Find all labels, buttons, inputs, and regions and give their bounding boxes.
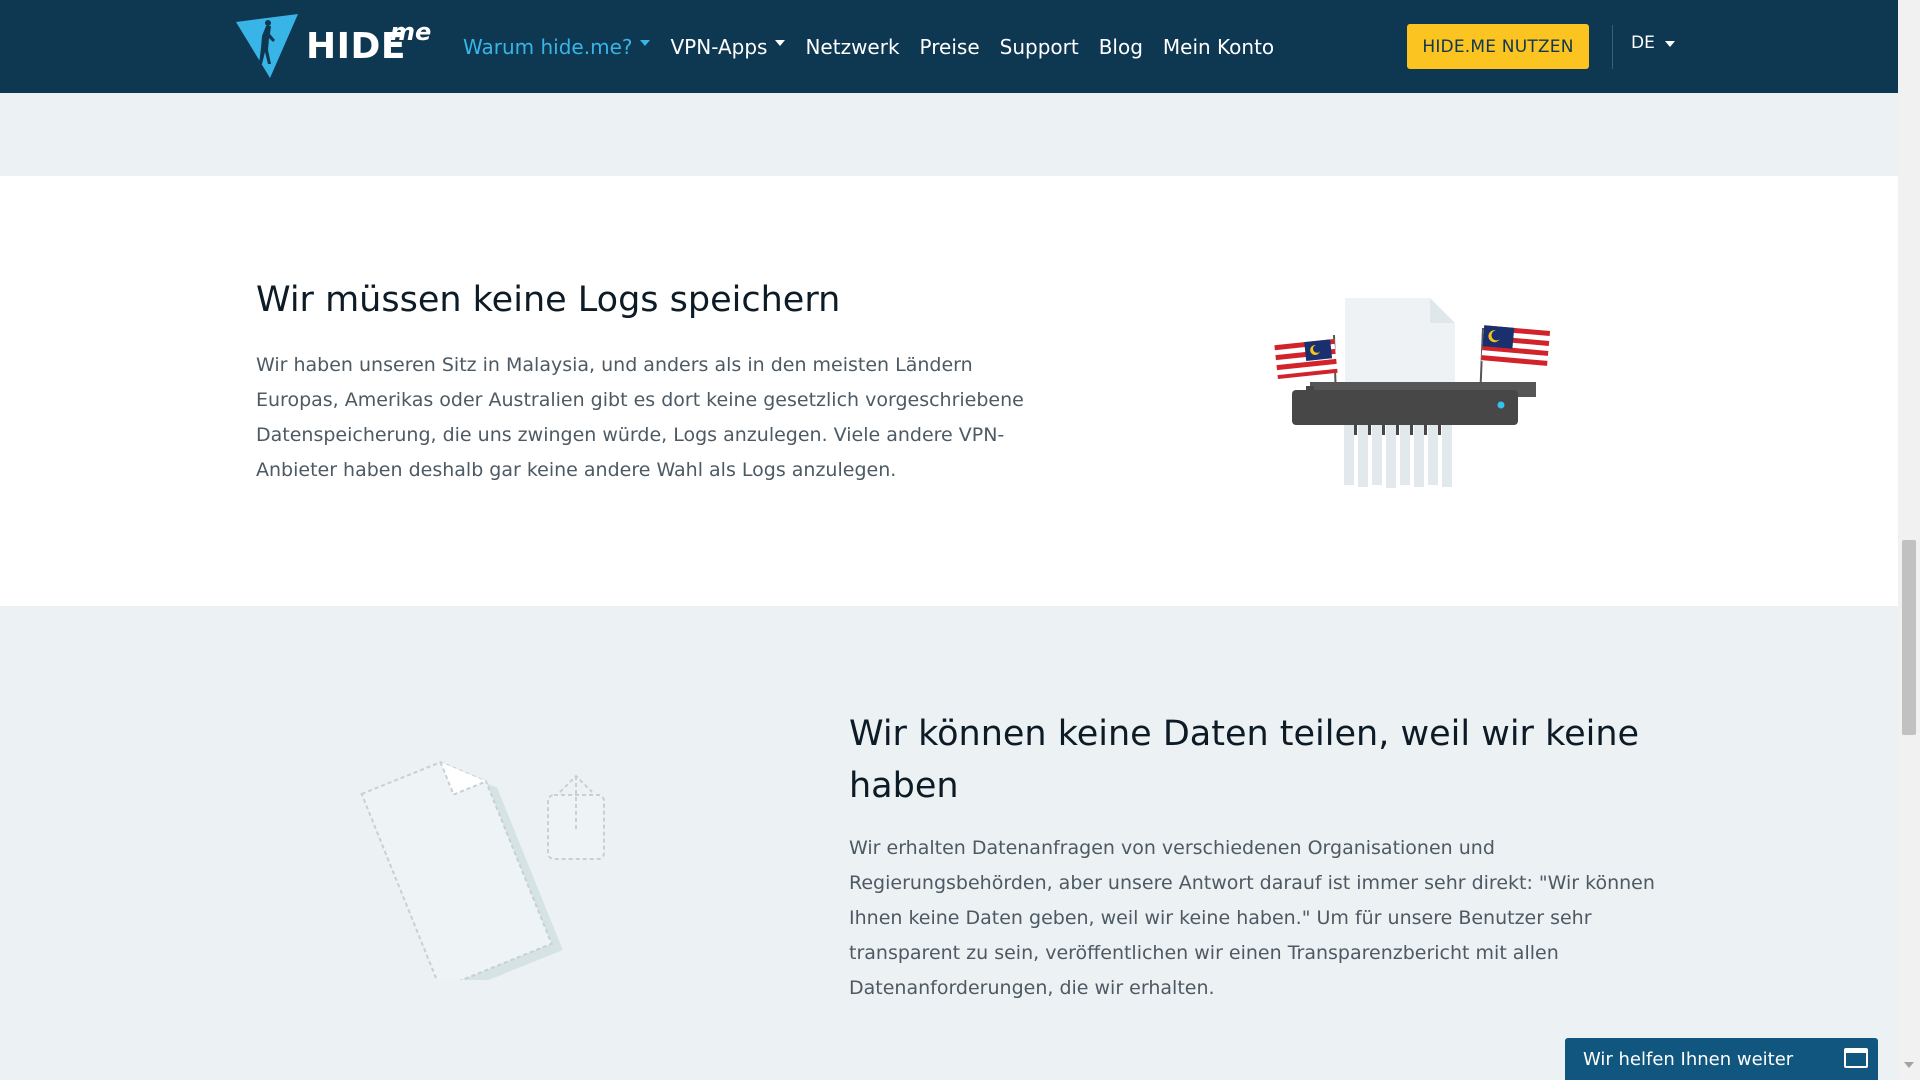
nav-link-account[interactable]: Mein Konto: [1163, 35, 1274, 59]
nav-link-why[interactable]: Warum hide.me?: [463, 34, 651, 59]
section-no-data-text: Wir erhalten Datenanfragen von verschied…: [849, 837, 1655, 999]
logo-suffix: me: [390, 18, 432, 46]
chat-widget-button[interactable]: Wir helfen Ihnen weiter: [1565, 1038, 1878, 1080]
page-scrollbar[interactable]: [1898, 0, 1920, 1080]
nav-link-network[interactable]: Netzwerk: [805, 35, 899, 59]
use-hideme-button[interactable]: HIDE.ME NUTZEN: [1407, 24, 1589, 69]
page: HIDE me Warum hide.me? VPN-Apps Netzwerk…: [0, 0, 1898, 1080]
nav-link-label: Netzwerk: [805, 34, 900, 59]
upload-icon: [547, 774, 605, 860]
section-no-data-title: Wir können keine Daten teilen, weil wir …: [849, 714, 1640, 806]
nav-link-label: Warum hide.me?: [463, 34, 633, 59]
hide-me-logo[interactable]: HIDE me: [232, 12, 432, 80]
nav-divider: [1612, 25, 1613, 69]
nav-link-label: Support: [999, 34, 1079, 59]
chat-widget-label: Wir helfen Ihnen weiter: [1583, 1048, 1794, 1070]
nav-link-vpn-apps[interactable]: VPN-Apps: [670, 34, 786, 59]
section-no-logs-text: Wir haben unseren Sitz in Malaysia, und …: [256, 354, 1024, 481]
section-no-logs-title: Wir müssen keine Logs speichern: [256, 280, 841, 320]
nav-link-pricing[interactable]: Preise: [920, 35, 980, 59]
chevron-down-icon: [775, 39, 786, 46]
top-navigation: HIDE me Warum hide.me? VPN-Apps Netzwerk…: [0, 0, 1898, 93]
language-label: DE: [1631, 33, 1655, 53]
nav-link-support[interactable]: Support: [1000, 35, 1079, 59]
nav-link-label: Preise: [919, 34, 980, 59]
scrollbar-thumb[interactable]: [1902, 540, 1916, 735]
language-selector[interactable]: DE: [1631, 33, 1675, 53]
window-icon: [1844, 1048, 1868, 1068]
document-upload-illustration: [360, 761, 605, 980]
scroll-down-arrow-icon[interactable]: [1904, 1062, 1914, 1068]
nav-link-label: Mein Konto: [1162, 34, 1275, 59]
nav-link-blog[interactable]: Blog: [1099, 35, 1143, 59]
chevron-down-icon: [1664, 41, 1675, 47]
logo-triangle-icon: [236, 14, 298, 78]
chevron-down-icon: [640, 39, 651, 46]
nav-link-label: Blog: [1098, 34, 1143, 59]
main-menu: Warum hide.me? VPN-Apps Netzwerk Preise …: [463, 0, 1294, 93]
shredder-illustration: [1274, 298, 1551, 488]
nav-link-label: VPN-Apps: [670, 34, 768, 59]
